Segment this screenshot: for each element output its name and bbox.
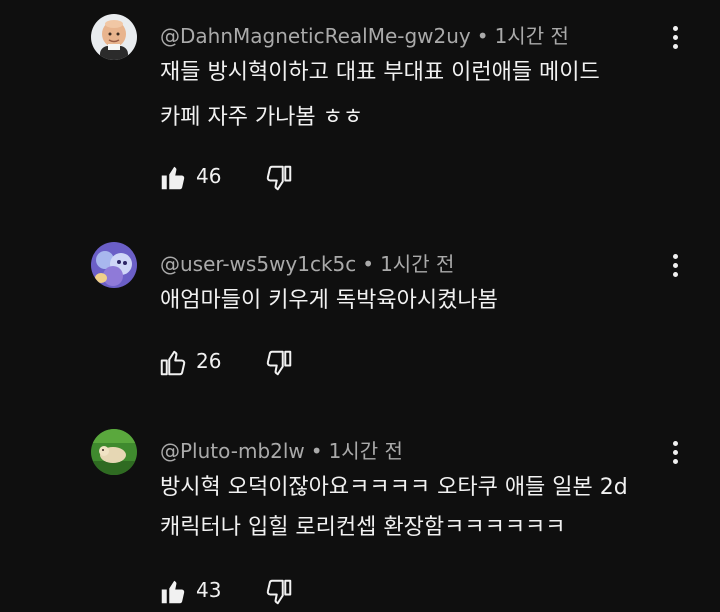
- more-options-button[interactable]: [662, 435, 688, 469]
- avatar[interactable]: [91, 242, 137, 288]
- more-options-button[interactable]: [662, 20, 688, 54]
- comment-line: 캐릭터나 입힐 로리컨셉 환장함ㅋㅋㅋㅋㅋㅋ: [160, 515, 566, 540]
- like-button[interactable]: [158, 348, 188, 378]
- thumb-down-outline-icon: [266, 165, 292, 191]
- comment-meta: @Pluto-mb2lw • 1시간 전: [160, 435, 403, 464]
- thumb-down-outline-icon: [266, 350, 292, 376]
- meta-separator: •: [476, 24, 489, 48]
- thumb-up-filled-icon: [161, 580, 185, 604]
- meta-separator: •: [362, 252, 375, 276]
- more-dot: [672, 449, 678, 455]
- comment-author[interactable]: @user-ws5wy1ck5c: [160, 252, 356, 276]
- comment-time: 1시간 전: [328, 439, 403, 463]
- thumb-up-filled-icon: [161, 166, 185, 190]
- purple-doll-avatar-icon: [91, 242, 137, 288]
- comment-line: 애엄마들이 키우게 독박육아시켰나봄: [160, 288, 498, 313]
- thumb-down-outline-icon: [266, 579, 292, 605]
- more-dot: [672, 43, 678, 49]
- dislike-button[interactable]: [264, 577, 294, 607]
- thumb-up-outline-icon: [160, 350, 186, 376]
- green-grass-avatar-icon: [91, 429, 137, 475]
- comment-time: 1시간 전: [380, 252, 455, 276]
- comment-line: 카페 자주 가나봄 ㅎㅎ: [160, 105, 364, 130]
- bald-man-avatar-icon: [91, 14, 137, 60]
- like-count: 43: [196, 578, 222, 602]
- like-count: 26: [196, 349, 222, 373]
- comment-text: 방시혁 오덕이잖아요ㅋㅋㅋㅋ 오타쿠 애들 일본 2d 캐릭터나 입힐 로리컨셉…: [160, 469, 628, 547]
- like-button[interactable]: [158, 163, 188, 193]
- comment-author[interactable]: @DahnMagneticRealMe-gw2uy: [160, 24, 471, 48]
- avatar[interactable]: [91, 429, 137, 475]
- more-options-button[interactable]: [662, 248, 688, 282]
- more-dot: [672, 440, 678, 446]
- more-dot: [672, 262, 678, 268]
- dislike-button[interactable]: [264, 348, 294, 378]
- comment-text: 재들 방시혁이하고 대표 부대표 이런애들 메이드 카페 자주 가나봄 ㅎㅎ: [160, 54, 600, 137]
- more-dot: [672, 253, 678, 259]
- more-dot: [672, 458, 678, 464]
- comment-text: 애엄마들이 키우게 독박육아시켰나봄: [160, 282, 498, 320]
- dislike-button[interactable]: [264, 163, 294, 193]
- comment-meta: @user-ws5wy1ck5c • 1시간 전: [160, 248, 454, 277]
- comment-line: 방시혁 오덕이잖아요ㅋㅋㅋㅋ 오타쿠 애들 일본 2d: [160, 475, 628, 500]
- comment-line: 재들 방시혁이하고 대표 부대표 이런애들 메이드: [160, 60, 600, 85]
- more-dot: [672, 34, 678, 40]
- avatar[interactable]: [91, 14, 137, 60]
- meta-separator: •: [310, 439, 323, 463]
- like-button[interactable]: [158, 577, 188, 607]
- more-dot: [672, 25, 678, 31]
- like-count: 46: [196, 164, 222, 188]
- comment-meta: @DahnMagneticRealMe-gw2uy • 1시간 전: [160, 20, 569, 49]
- comment-author[interactable]: @Pluto-mb2lw: [160, 439, 305, 463]
- comment-time: 1시간 전: [494, 24, 569, 48]
- more-dot: [672, 271, 678, 277]
